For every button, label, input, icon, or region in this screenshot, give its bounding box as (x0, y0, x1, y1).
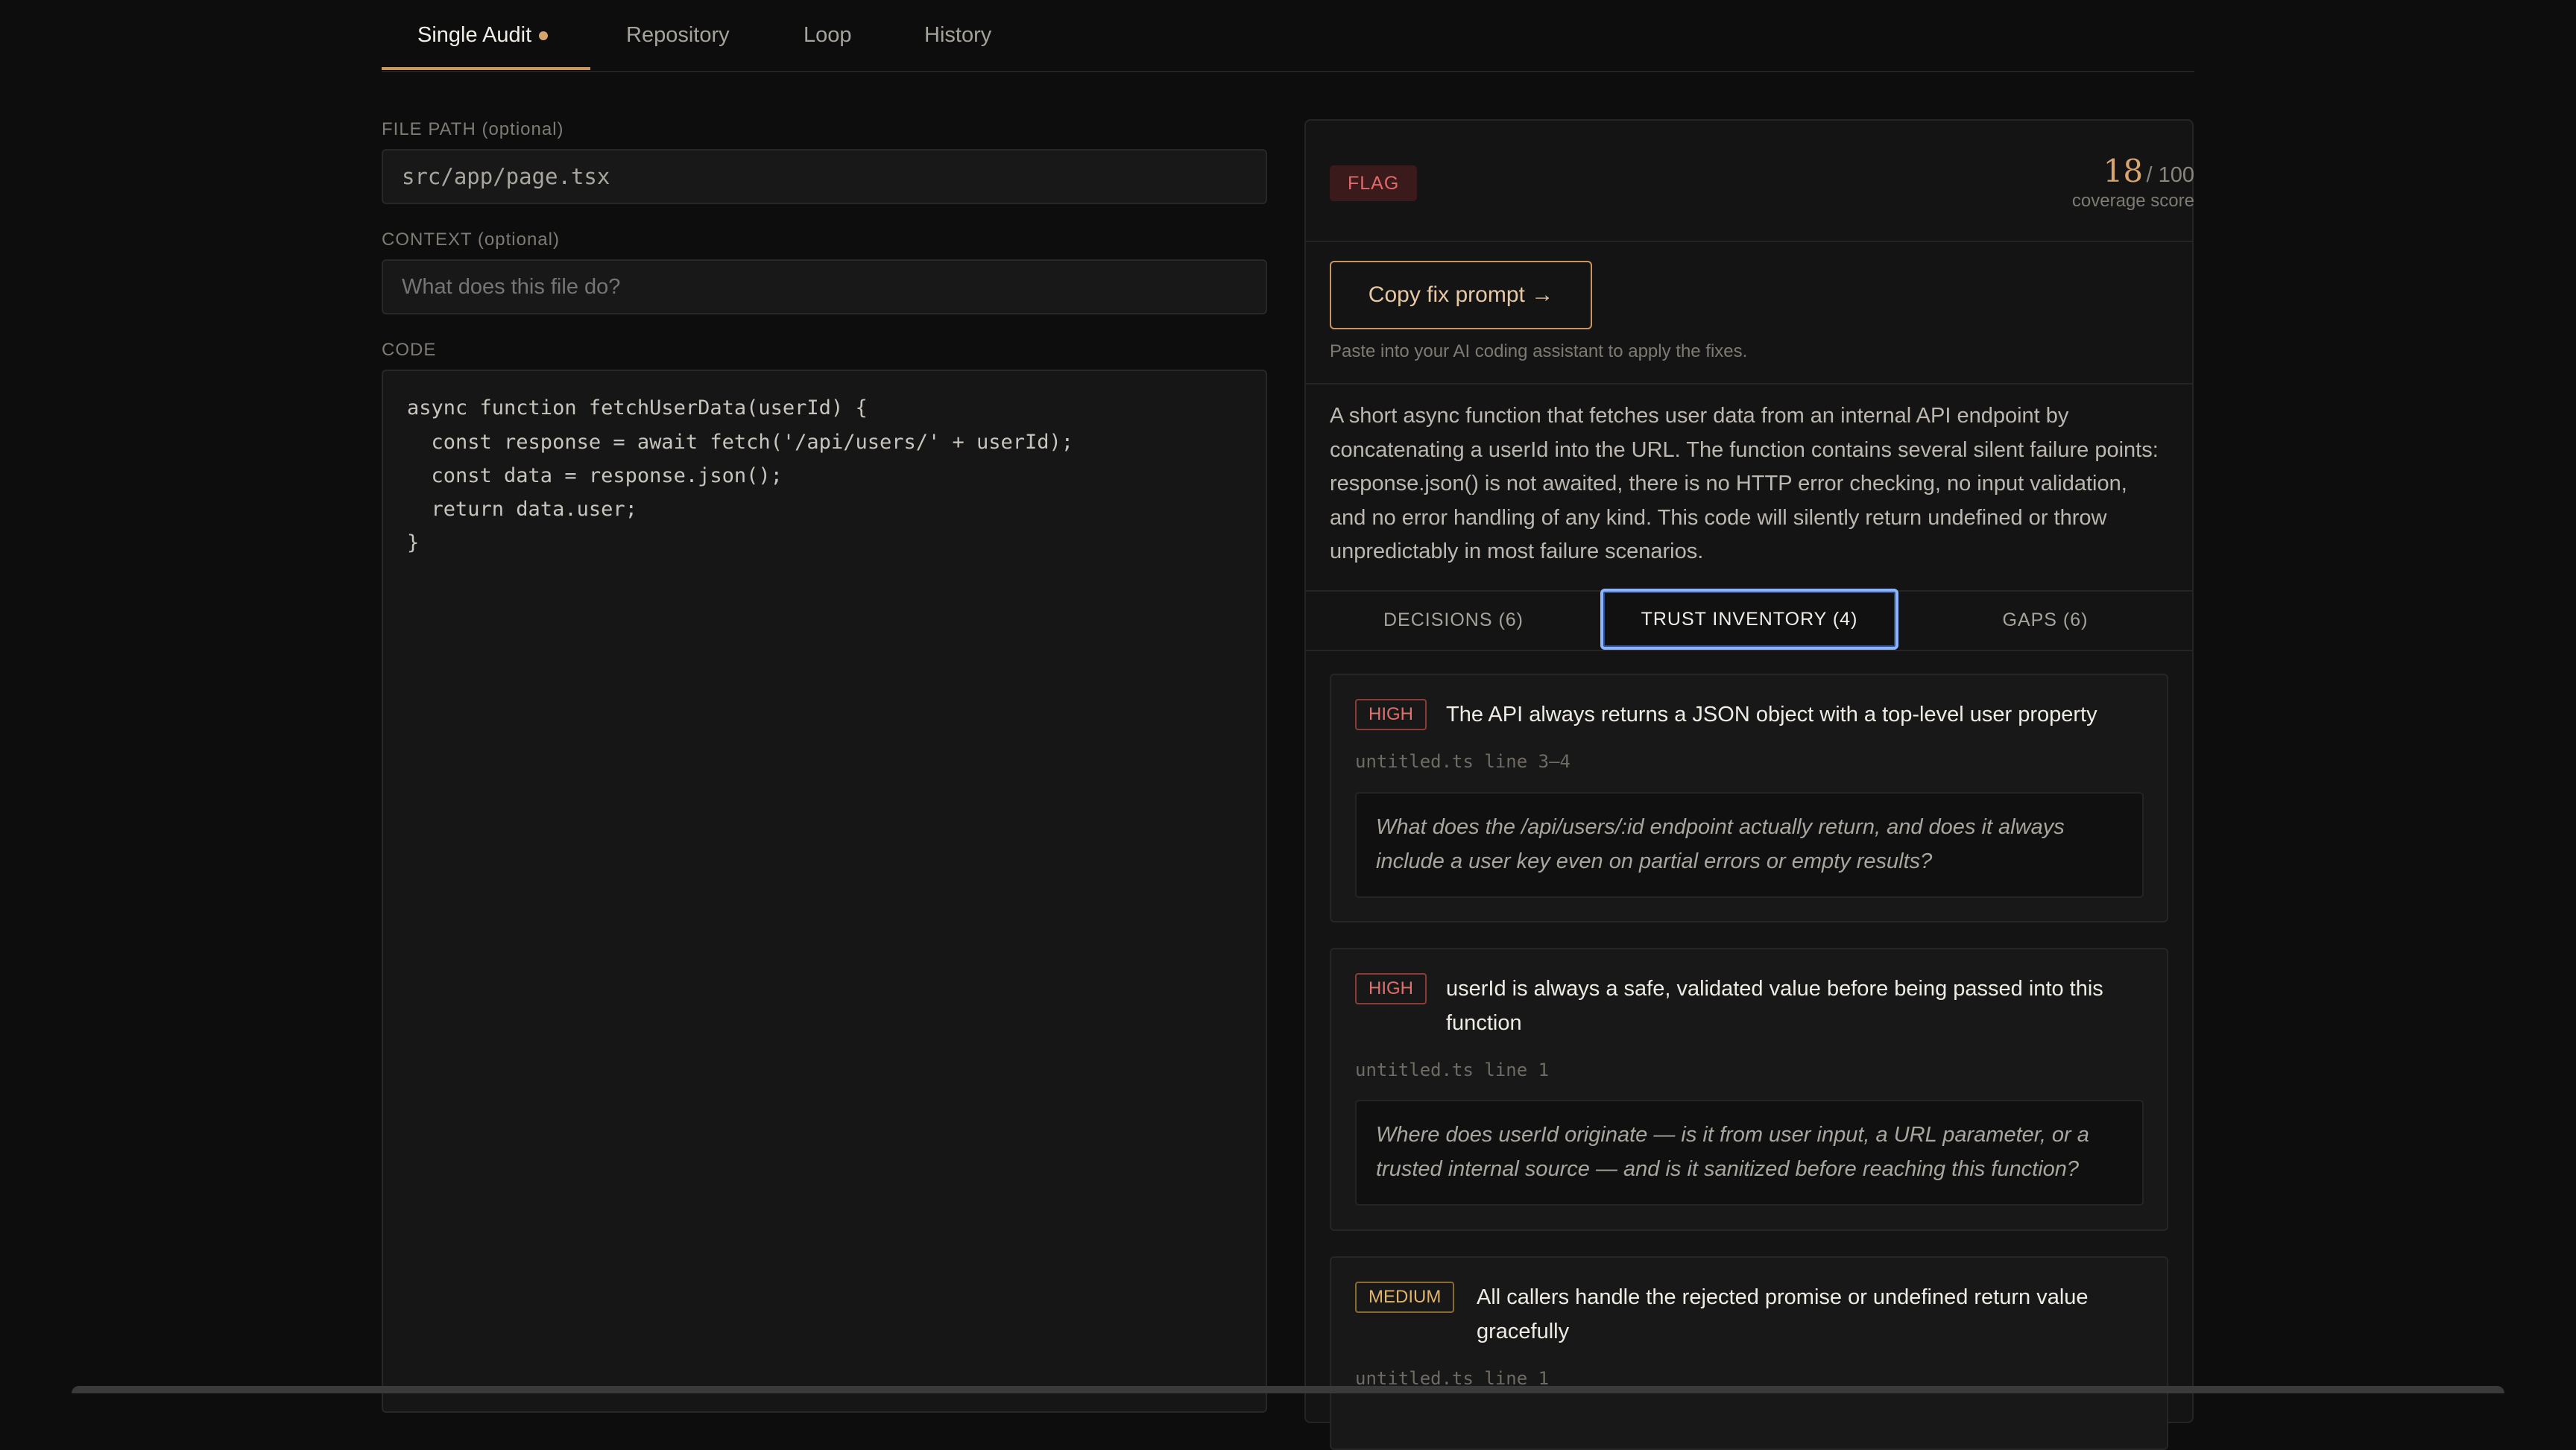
window-bottom-edge (72, 1386, 2504, 1393)
score-max: / 100 (2146, 163, 2195, 187)
verification-question: Where does userId originate — is it from… (1355, 1100, 2144, 1206)
severity-badge: MEDIUM (1355, 1282, 1455, 1313)
code-line: const response = await fetch('/api/users… (407, 431, 1074, 454)
file-path-label: FILE PATH (optional) (382, 119, 564, 139)
copy-hint: Paste into your AI coding assistant to a… (1330, 341, 1748, 361)
copy-fix-prompt-button[interactable]: Copy fix prompt → (1330, 261, 1592, 329)
tab-trust-inventory[interactable]: TRUST INVENTORY (4) (1600, 589, 1898, 650)
divider (1306, 241, 2192, 242)
code-line: const data = response.json(); (407, 464, 783, 487)
tab-history[interactable]: History (924, 0, 991, 71)
context-label: CONTEXT (optional) (382, 229, 560, 250)
tab-single-audit[interactable]: Single Audit (417, 0, 549, 71)
mode-tabs: Single Audit Repository Loop History (382, 0, 2194, 72)
trust-item-title: userId is always a safe, validated value… (1446, 977, 2103, 1035)
audit-summary: A short async function that fetches user… (1330, 404, 2159, 563)
code-line: async function fetchUserData(userId) { (407, 396, 868, 420)
code-editor[interactable]: async function fetchUserData(userId) { c… (382, 370, 1267, 1413)
code-location: untitled.ts line 3–4 (1355, 751, 1570, 772)
verification-question: What does the /api/users/:id endpoint ac… (1355, 792, 2144, 898)
score-value: 18 (2103, 153, 2144, 189)
code-label: CODE (382, 340, 437, 360)
verdict-badge: FLAG (1330, 165, 1418, 201)
context-input[interactable] (382, 259, 1267, 314)
tab-repository[interactable]: Repository (626, 0, 730, 71)
active-tab-underline (382, 67, 590, 70)
score-caption: coverage score (2071, 191, 2194, 211)
tab-label: Single Audit (417, 23, 532, 47)
severity-badge: HIGH (1355, 973, 1427, 1004)
trust-item-title: All callers handle the rejected promise … (1477, 1285, 2089, 1343)
tab-loop[interactable]: Loop (804, 0, 852, 71)
code-line: } (407, 531, 420, 554)
tab-decisions[interactable]: DECISIONS (6) (1306, 590, 1601, 650)
severity-badge: HIGH (1355, 699, 1427, 730)
trust-item-title: The API always returns a JSON object wit… (1446, 703, 2097, 726)
divider (1306, 650, 2192, 651)
code-line: return data.user; (407, 498, 637, 521)
tab-gaps[interactable]: GAPS (6) (1898, 590, 2193, 650)
file-path-input[interactable] (382, 149, 1267, 204)
unsaved-indicator-dot (539, 31, 549, 41)
code-location: untitled.ts line 1 (1355, 1060, 1550, 1080)
divider (1306, 383, 2192, 384)
coverage-score: 18 / 100 coverage score (2072, 153, 2194, 212)
